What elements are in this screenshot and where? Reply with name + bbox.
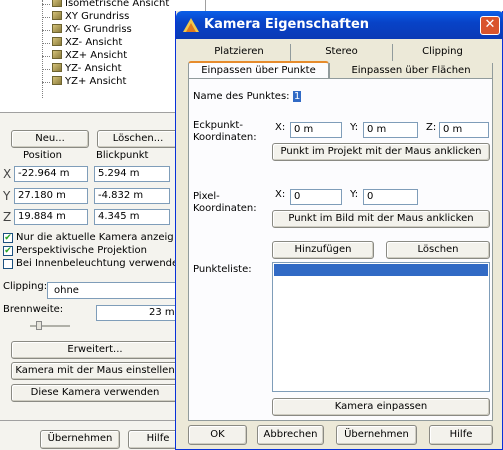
tree-connector [42,17,50,18]
target-y-field[interactable]: -4.832 m [94,188,170,204]
x-axis-label: X [3,167,12,181]
tab-stereo[interactable]: Stereo [290,44,392,61]
tree-connector [42,82,50,83]
pixel-coord-label-2: Koordinaten: [193,203,257,214]
perspective-label: Perspektivische Projektion [16,245,147,256]
delete-camera-button[interactable]: Löschen... [97,130,179,148]
mouse-camera-button[interactable]: Kamera mit der Maus einstellen [11,362,179,380]
position-z-field[interactable]: 19.884 m [14,209,88,225]
fit-by-points-panel: Name des Punktes: 1 Eckpunkt- Koordinate… [188,78,493,421]
position-label: Position [23,150,62,161]
tab-platzieren[interactable]: Platzieren [188,44,290,61]
tree-connector [42,69,50,70]
tree-item-label: Isometrische Ansicht [65,0,170,9]
close-icon[interactable]: ✕ [480,16,500,35]
bottom-divider [0,420,180,421]
point-name-label: Name des Punktes: [193,91,290,102]
tree-item[interactable]: Isometrische Ansicht [42,0,170,11]
main-apply-button[interactable]: Übernehmen [40,430,120,449]
tree-connector [42,56,50,57]
perspective-checkbox[interactable]: ✔ [3,246,13,256]
tree-item-label: XZ- Ansicht [65,37,123,48]
tab-clipping[interactable]: Clipping [392,44,492,61]
camera-icon [52,0,62,7]
tab-fit-by-points[interactable]: Einpassen über Punkte [188,61,329,78]
z-axis-label: Z [3,210,12,224]
pixel-coord-label-1: Pixel- [193,191,220,202]
fit-camera-button[interactable]: Kamera einpassen [272,398,490,416]
point-list-selected-row[interactable] [274,264,488,276]
corner-y-field[interactable]: 0 m [363,122,418,138]
point-name-field[interactable]: 1 [293,91,305,105]
app-icon [183,18,199,32]
position-x-field[interactable]: -22.964 m [14,166,88,182]
camera-icon [52,50,62,59]
delete-point-button[interactable]: Löschen [386,241,490,259]
help-button[interactable]: Hilfe [429,425,493,445]
interior-light-checkbox[interactable] [3,259,13,269]
clipping-label: Clipping: [3,281,48,292]
new-camera-button[interactable]: Neu... [11,130,89,148]
camera-icon [52,24,62,33]
tree-item[interactable]: YZ+ Ansicht [42,76,127,89]
target-label: Blickpunkt [96,150,149,161]
camera-properties-dialog: Kamera Eigenschaften ✕ Platzieren Stereo… [175,11,503,450]
target-x-field[interactable]: 5.294 m [94,166,170,182]
tree-item[interactable]: XZ- Ansicht [42,37,123,50]
corner-coord-label-1: Eckpunkt- [193,120,243,131]
background-window-frame [205,0,503,11]
target-z-field[interactable]: 4.345 m [94,209,170,225]
dialog-title: Kamera Eigenschaften [204,17,370,32]
corner-coord-label-2: Koordinaten: [193,132,257,143]
point-list-label: Punkteliste: [193,264,252,275]
only-current-camera-label: Nur die aktuelle Kamera anzeig [16,232,174,243]
corner-z-field[interactable]: 0 m [439,122,489,138]
camera-icon [52,76,62,85]
corner-x-field[interactable]: 0 m [290,122,342,138]
corner-y-label: Y: [350,122,359,133]
pixel-y-label: Y: [350,189,359,200]
tree-item-label: XY Grundriss [65,11,130,22]
tree-item[interactable]: YZ- Ansicht [42,63,122,76]
camera-icon [52,63,62,72]
tree-connector [42,43,50,44]
add-point-button[interactable]: Hinzufügen [272,241,374,259]
tree-item[interactable]: XY- Grundriss [42,24,132,37]
pixel-x-label: X: [275,189,286,200]
cancel-button[interactable]: Abbrechen [257,425,324,445]
clipping-select[interactable]: ohne [47,282,177,299]
dialog-titlebar[interactable]: Kamera Eigenschaften ✕ [176,11,503,39]
tree-item-label: XY- Grundriss [65,24,132,35]
position-y-field[interactable]: 27.180 m [14,188,88,204]
tree-item[interactable]: XY Grundriss [42,11,130,24]
extended-button[interactable]: Erweitert... [11,341,179,359]
camera-icon [52,37,62,46]
tree-item-label: YZ- Ansicht [65,63,122,74]
ok-button[interactable]: OK [188,425,247,445]
focal-length-slider[interactable] [30,321,70,330]
pick-project-point-button[interactable]: Punkt im Projekt mit der Maus anklicken [272,143,490,161]
apply-button[interactable]: Übernehmen [336,425,417,445]
tree-connector [42,30,50,31]
y-axis-label: Y [3,189,11,203]
tree-connector [42,4,50,5]
camera-icon [52,11,62,20]
only-current-camera-checkbox[interactable]: ✔ [3,233,13,243]
focal-length-field[interactable]: 23 mm [96,305,176,321]
pixel-x-field[interactable]: 0 [290,189,342,205]
corner-z-label: Z: [426,122,437,133]
point-list[interactable] [272,262,490,392]
corner-x-label: X: [275,122,286,133]
tree-item-label: XZ+ Ansicht [65,50,128,61]
slider-thumb[interactable] [36,321,42,330]
use-camera-button[interactable]: Diese Kamera verwenden [11,384,179,402]
tree-item[interactable]: XZ+ Ansicht [42,50,128,63]
pixel-y-field[interactable]: 0 [363,189,418,205]
focal-length-label: Brennweite: [3,304,64,315]
interior-light-label: Bei Innenbeleuchtung verwende [16,258,179,269]
tree-item-label: YZ+ Ansicht [65,76,127,87]
point-name-value: 1 [293,91,302,102]
pick-image-point-button[interactable]: Punkt im Bild mit der Maus anklicken [272,210,490,228]
